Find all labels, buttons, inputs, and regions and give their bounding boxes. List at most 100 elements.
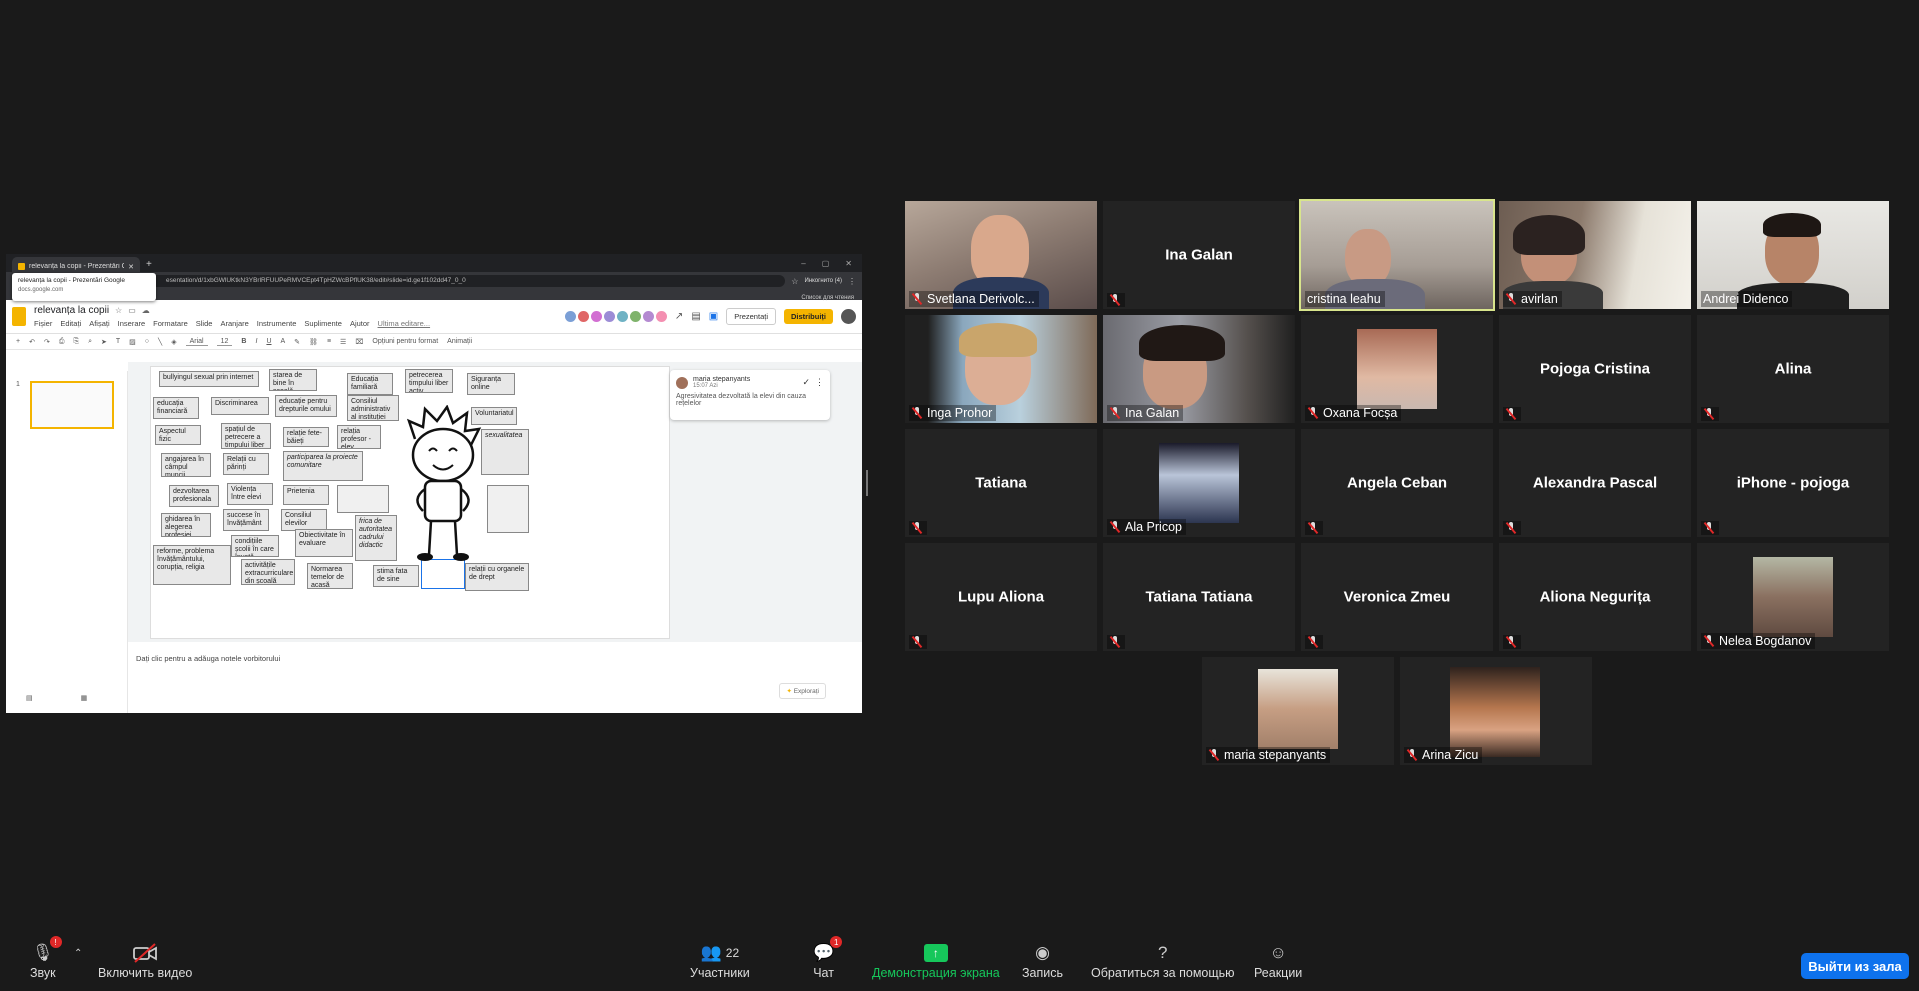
- shape-icon[interactable]: ○: [145, 338, 149, 345]
- slide-text-box[interactable]: Relații cu părinți: [223, 453, 269, 475]
- participant-tile[interactable]: Alina: [1697, 315, 1889, 423]
- menu-insert[interactable]: Inserare: [118, 319, 146, 328]
- participant-tile[interactable]: Pojoga Cristina: [1499, 315, 1691, 423]
- present-button[interactable]: Prezentați: [726, 308, 776, 325]
- reading-list-button[interactable]: Список для чтения: [801, 295, 854, 301]
- audio-button[interactable]: 🎙! Звук: [30, 936, 62, 980]
- comment-card[interactable]: maria stepanyants 15:07 Azi ✓ ⋮ Agresivi…: [670, 370, 830, 420]
- slide-text-box[interactable]: ghidarea în alegerea profesiei: [161, 513, 211, 537]
- participant-tile[interactable]: Lupu Aliona: [905, 543, 1097, 651]
- slide-text-box[interactable]: educația financiară: [153, 397, 199, 419]
- participant-tile[interactable]: avirlan: [1499, 201, 1691, 309]
- participant-tile[interactable]: Angela Ceban: [1301, 429, 1493, 537]
- incognito-indicator[interactable]: Инкогнито (4): [804, 278, 842, 284]
- slide-text-box[interactable]: Consiliul administrativ al instituției: [347, 395, 399, 421]
- reactions-button[interactable]: ☺ Реакции: [1254, 940, 1302, 980]
- slide-text-box[interactable]: Normarea temelor de acasă: [307, 563, 353, 589]
- new-tab-icon[interactable]: +: [146, 259, 152, 270]
- slide-text-box[interactable]: dezvoltarea profesionala: [169, 485, 219, 507]
- chat-button[interactable]: 💬 1 Чат: [813, 936, 843, 980]
- slide-text-box[interactable]: participarea la proiecte comunitare: [283, 451, 363, 481]
- participant-tile[interactable]: Ina Galan: [1103, 315, 1295, 423]
- line-icon[interactable]: ╲: [158, 338, 162, 346]
- menu-edit[interactable]: Editați: [60, 319, 81, 328]
- participants-button[interactable]: 👥 22 Участники: [690, 940, 750, 980]
- collaborator-avatar[interactable]: [655, 311, 667, 322]
- record-button[interactable]: ◉ Запись: [1022, 940, 1063, 980]
- menu-arrange[interactable]: Aranjare: [220, 319, 248, 328]
- print-icon[interactable]: ⎙: [59, 338, 65, 346]
- menu-tools[interactable]: Instrumente: [257, 319, 297, 328]
- participant-tile[interactable]: Inga Prohor: [905, 315, 1097, 423]
- last-edit-link[interactable]: Ultima editare...: [378, 319, 431, 328]
- participant-tile[interactable]: Nelea Bogdanov: [1697, 543, 1889, 651]
- grid-view-icon[interactable]: ▦: [81, 694, 88, 702]
- slide-text-box[interactable]: Prietenia: [283, 485, 329, 505]
- participant-tile[interactable]: Ala Pricop: [1103, 429, 1295, 537]
- comments-icon[interactable]: ▤: [691, 311, 700, 322]
- meet-icon[interactable]: ▣: [709, 311, 718, 322]
- slide-text-box[interactable]: reforme, problema învățământului, corupț…: [153, 545, 231, 585]
- participant-tile[interactable]: Tatiana Tatiana: [1103, 543, 1295, 651]
- account-avatar[interactable]: [841, 309, 856, 324]
- collaborator-avatar[interactable]: [603, 311, 615, 322]
- audio-options-chevron-icon[interactable]: ⌃: [74, 948, 82, 959]
- participant-tile-active-speaker[interactable]: cristina leahu: [1299, 199, 1495, 311]
- close-window-icon[interactable]: ✕: [845, 259, 852, 268]
- split-view-handle[interactable]: [866, 470, 868, 496]
- slide-thumbnail[interactable]: [30, 381, 114, 429]
- participant-tile[interactable]: iPhone - pojoga: [1697, 429, 1889, 537]
- more-options-icon[interactable]: ⋮: [815, 377, 824, 388]
- share-button[interactable]: Distribuiți: [784, 309, 833, 324]
- menu-file[interactable]: Fișier: [34, 319, 52, 328]
- menu-addons[interactable]: Suplimente: [304, 319, 342, 328]
- slide-text-box[interactable]: educație pentru drepturile omului: [275, 395, 337, 417]
- slide-text-box[interactable]: stima fata de sine: [373, 565, 419, 587]
- slide-text-box[interactable]: Siguranța online: [467, 373, 515, 395]
- collaborator-avatar[interactable]: [577, 311, 589, 322]
- slide-text-box[interactable]: Consiliul elevilor: [281, 509, 327, 531]
- ask-for-help-button[interactable]: ? Обратиться за помощью: [1091, 940, 1235, 980]
- underline-icon[interactable]: U: [266, 338, 271, 345]
- collaborator-avatar[interactable]: [642, 311, 654, 322]
- explore-button[interactable]: ✦ Explorați: [779, 683, 826, 699]
- close-tab-icon[interactable]: ✕: [128, 263, 134, 271]
- resolve-check-icon[interactable]: ✓: [802, 377, 810, 388]
- zoom-icon[interactable]: ⌕: [88, 338, 92, 346]
- cartoon-boy-illustration[interactable]: [401, 405, 485, 565]
- move-folder-icon[interactable]: ▭: [128, 306, 136, 315]
- participant-tile[interactable]: maria stepanyants: [1202, 657, 1394, 765]
- image-icon[interactable]: ▨: [129, 338, 136, 346]
- slide-text-box[interactable]: activitățile extracurriculare din școală: [241, 559, 295, 585]
- collaborator-avatar[interactable]: [616, 311, 628, 322]
- slides-logo-icon[interactable]: [12, 307, 26, 326]
- new-slide-icon[interactable]: +: [16, 338, 20, 345]
- filmstrip-view-icon[interactable]: ▤: [26, 694, 33, 702]
- share-screen-button[interactable]: ↑ Демонстрация экрана: [872, 940, 1000, 980]
- bold-icon[interactable]: B: [241, 338, 246, 345]
- slide-text-box[interactable]: petrecerea timpului liber activ: [405, 369, 453, 393]
- align-icon[interactable]: ≡: [327, 338, 331, 345]
- slide-empty-box[interactable]: [487, 485, 529, 533]
- slide-text-box[interactable]: Obiectivitate în evaluare: [295, 529, 353, 557]
- text-color-icon[interactable]: A: [281, 338, 286, 345]
- slide-text-box[interactable]: relația profesor - elev: [337, 425, 381, 449]
- slide-text-box[interactable]: spațiul de petrecere a timpului liber: [221, 423, 271, 449]
- list-icon[interactable]: ☰: [340, 338, 346, 346]
- participant-tile[interactable]: Svetlana Derivolc...: [905, 201, 1097, 309]
- star-icon[interactable]: ☆: [115, 306, 122, 315]
- link-icon[interactable]: ⛓: [309, 338, 318, 346]
- collaborator-avatar[interactable]: [590, 311, 602, 322]
- slide-canvas[interactable]: bullyingul sexual prin internet starea d…: [150, 366, 670, 639]
- menu-help[interactable]: Ajutor: [350, 319, 370, 328]
- clear-format-icon[interactable]: ⌧: [355, 338, 363, 346]
- browser-tab[interactable]: relevanța la copii - Prezentări Go ✕: [12, 257, 140, 272]
- slide-empty-box[interactable]: [337, 485, 389, 513]
- document-title[interactable]: relevanța la copii: [34, 305, 109, 316]
- bookmark-star-icon[interactable]: ☆: [791, 277, 798, 286]
- leave-room-button[interactable]: Выйти из зала: [1801, 953, 1909, 979]
- select-icon[interactable]: ➤: [101, 338, 107, 346]
- collaborator-avatar[interactable]: [629, 311, 641, 322]
- highlight-icon[interactable]: ✎: [294, 338, 300, 346]
- slide-text-box[interactable]: Educația familiară: [347, 373, 393, 395]
